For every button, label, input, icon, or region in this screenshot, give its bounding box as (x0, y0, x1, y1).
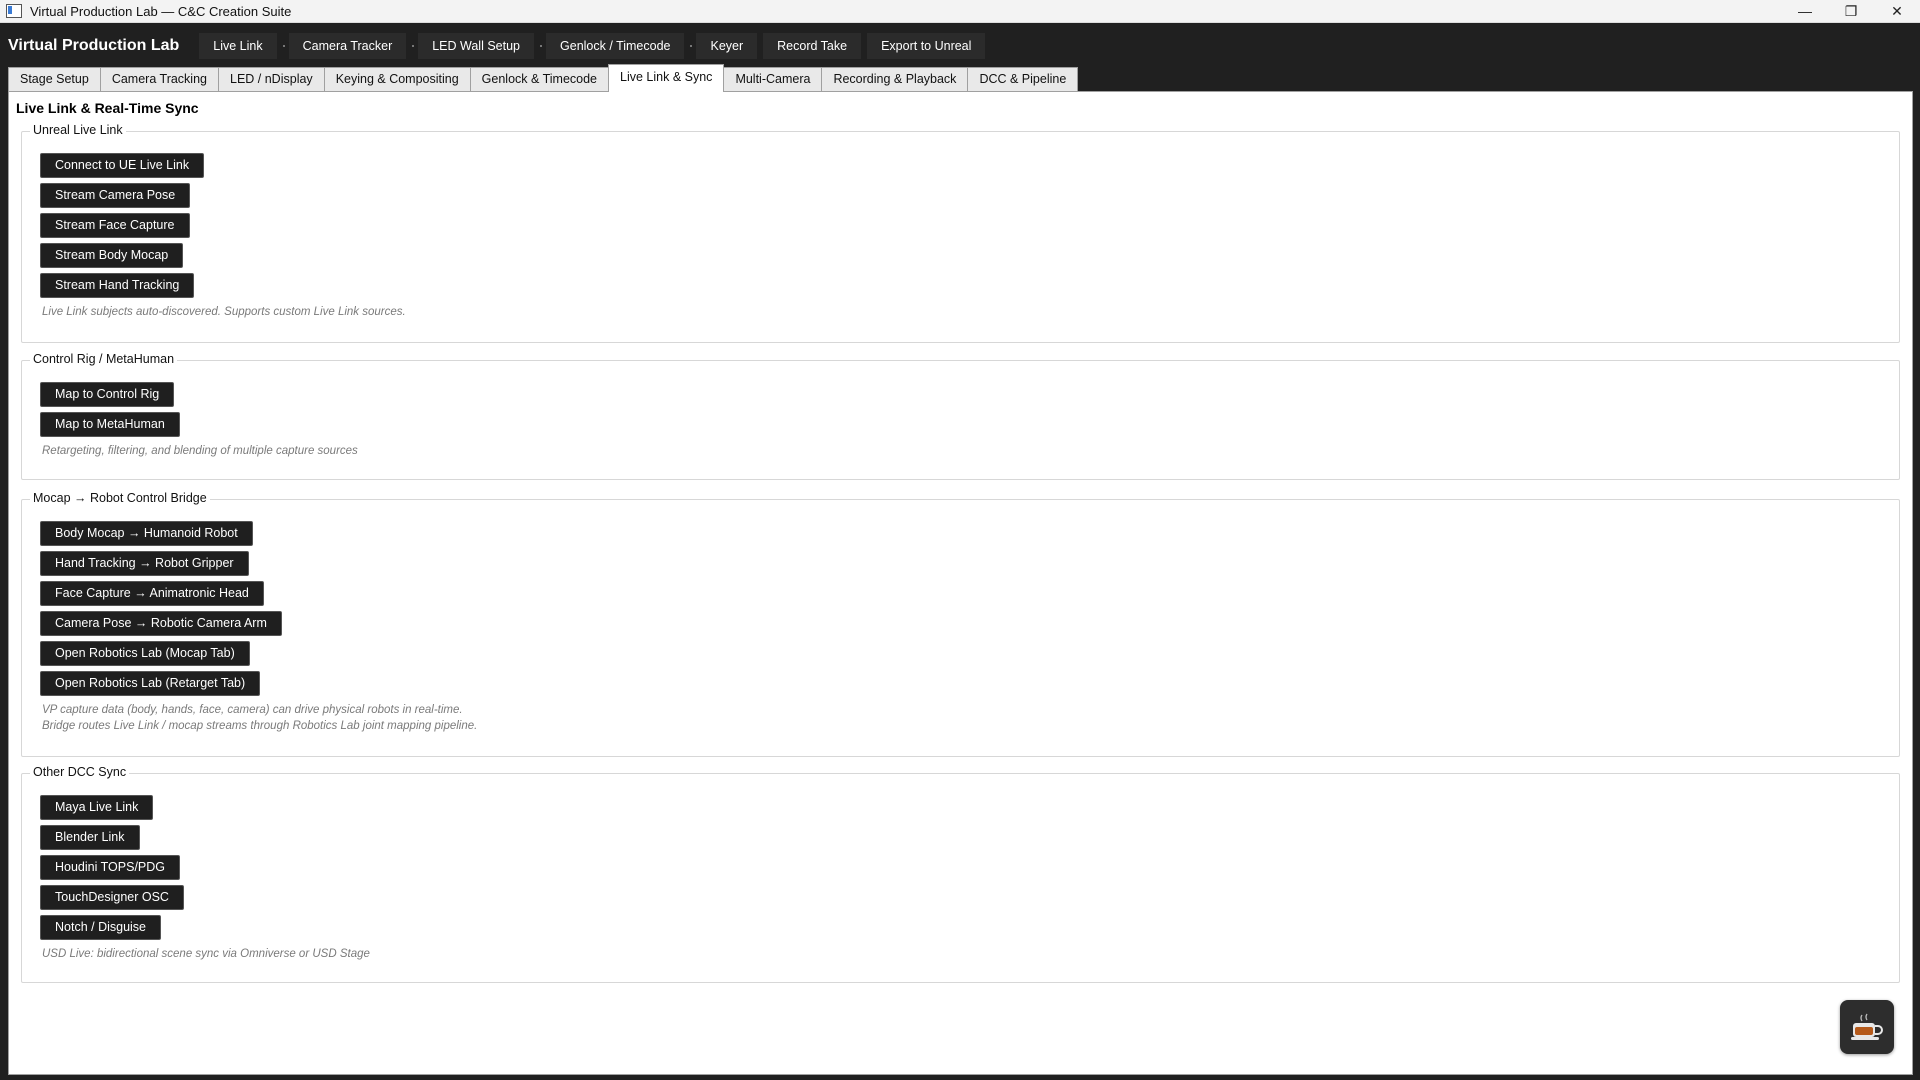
map-to-control-rig-button[interactable]: Map to Control Rig (40, 382, 175, 407)
connect-ue-live-link-button[interactable]: Connect to UE Live Link (40, 153, 205, 178)
group-title: Unreal Live Link (30, 123, 126, 137)
tab-genlock-timecode[interactable]: Genlock & Timecode (469, 67, 610, 91)
tab-multi-camera[interactable]: Multi-Camera (723, 67, 823, 91)
toolbar-led-wall-setup-button[interactable]: LED Wall Setup (418, 33, 535, 59)
stream-face-capture-button[interactable]: Stream Face Capture (40, 213, 190, 238)
stream-hand-tracking-button[interactable]: Stream Hand Tracking (40, 273, 195, 298)
tab-content-panel: Live Link & Real-Time Sync Unreal Live L… (8, 91, 1913, 1075)
maya-live-link-button[interactable]: Maya Live Link (40, 795, 154, 820)
stream-camera-pose-button[interactable]: Stream Camera Pose (40, 183, 191, 208)
group-title: Control Rig / MetaHuman (30, 352, 178, 366)
hand-tracking-robot-gripper-button[interactable]: Hand Tracking → Robot Gripper (40, 551, 249, 576)
face-capture-animatronic-head-button[interactable]: Face Capture → Animatronic Head (40, 581, 264, 606)
group-note: VP capture data (body, hands, face, came… (42, 704, 463, 716)
toolbar-record-take-button[interactable]: Record Take (763, 33, 862, 59)
map-to-metahuman-button[interactable]: Map to MetaHuman (40, 412, 180, 437)
group-other-dcc-sync: Other DCC Sync Maya Live Link Blender Li… (21, 765, 1900, 983)
tab-keying-compositing[interactable]: Keying & Compositing (323, 67, 471, 91)
toolbar-separator (412, 45, 415, 47)
coffee-cup-icon (1851, 1013, 1883, 1040)
group-note: Live Link subjects auto-discovered. Supp… (42, 306, 406, 318)
group-title: Other DCC Sync (30, 765, 130, 779)
tab-recording-playback[interactable]: Recording & Playback (821, 67, 969, 91)
toolbar-live-link-button[interactable]: Live Link (199, 33, 277, 59)
open-robotics-lab-retarget-button[interactable]: Open Robotics Lab (Retarget Tab) (40, 671, 261, 696)
stream-body-mocap-button[interactable]: Stream Body Mocap (40, 243, 184, 268)
notch-disguise-button[interactable]: Notch / Disguise (40, 915, 162, 940)
camera-pose-robotic-camera-arm-button[interactable]: Camera Pose → Robotic Camera Arm (40, 611, 282, 636)
tab-led-ndisplay[interactable]: LED / nDisplay (218, 67, 325, 91)
toolbar-separator (540, 45, 543, 47)
window-controls: — ❐ ✕ (1782, 0, 1920, 22)
tab-bar: Stage Setup Camera Tracking LED / nDispl… (8, 64, 1079, 92)
toolbar-keyer-button[interactable]: Keyer (696, 33, 758, 59)
group-note: Bridge routes Live Link / mocap streams … (42, 720, 478, 732)
tab-camera-tracking[interactable]: Camera Tracking (99, 67, 219, 91)
group-title: Mocap → Robot Control Bridge (30, 491, 210, 505)
window-title: Virtual Production Lab — C&C Creation Su… (30, 3, 292, 19)
body-mocap-humanoid-robot-button[interactable]: Body Mocap → Humanoid Robot (40, 521, 253, 546)
toolbar-separator (690, 45, 693, 47)
group-note: Retargeting, filtering, and blending of … (42, 445, 358, 457)
title-bar: Virtual Production Lab — C&C Creation Su… (0, 0, 1920, 23)
minimize-button[interactable]: — (1782, 0, 1828, 22)
tab-stage-setup[interactable]: Stage Setup (8, 67, 101, 91)
blender-link-button[interactable]: Blender Link (40, 825, 140, 850)
page-title: Live Link & Real-Time Sync (16, 100, 199, 116)
close-button[interactable]: ✕ (1874, 0, 1920, 22)
coffee-support-button[interactable] (1840, 1000, 1894, 1054)
tab-dcc-pipeline[interactable]: DCC & Pipeline (967, 67, 1079, 91)
houdini-tops-pdg-button[interactable]: Houdini TOPS/PDG (40, 855, 181, 880)
maximize-button[interactable]: ❐ (1828, 0, 1874, 22)
group-note: USD Live: bidirectional scene sync via O… (42, 948, 370, 960)
tab-live-link-sync[interactable]: Live Link & Sync (608, 64, 725, 92)
group-mocap-robot-bridge: Mocap → Robot Control Bridge Body Mocap … (21, 491, 1900, 757)
touchdesigner-osc-button[interactable]: TouchDesigner OSC (40, 885, 184, 910)
open-robotics-lab-mocap-button[interactable]: Open Robotics Lab (Mocap Tab) (40, 641, 250, 666)
app-name: Virtual Production Lab (8, 37, 180, 54)
toolbar-separator (282, 45, 285, 47)
main-toolbar: Virtual Production Lab Live Link Camera … (0, 23, 1920, 69)
toolbar-genlock-timecode-button[interactable]: Genlock / Timecode (546, 33, 685, 59)
app-window-icon (6, 4, 22, 18)
group-control-rig-metahuman: Control Rig / MetaHuman Map to Control R… (21, 352, 1900, 480)
toolbar-export-to-unreal-button[interactable]: Export to Unreal (867, 33, 986, 59)
toolbar-camera-tracker-button[interactable]: Camera Tracker (288, 33, 407, 59)
group-unreal-live-link: Unreal Live Link Connect to UE Live Link… (21, 123, 1900, 343)
